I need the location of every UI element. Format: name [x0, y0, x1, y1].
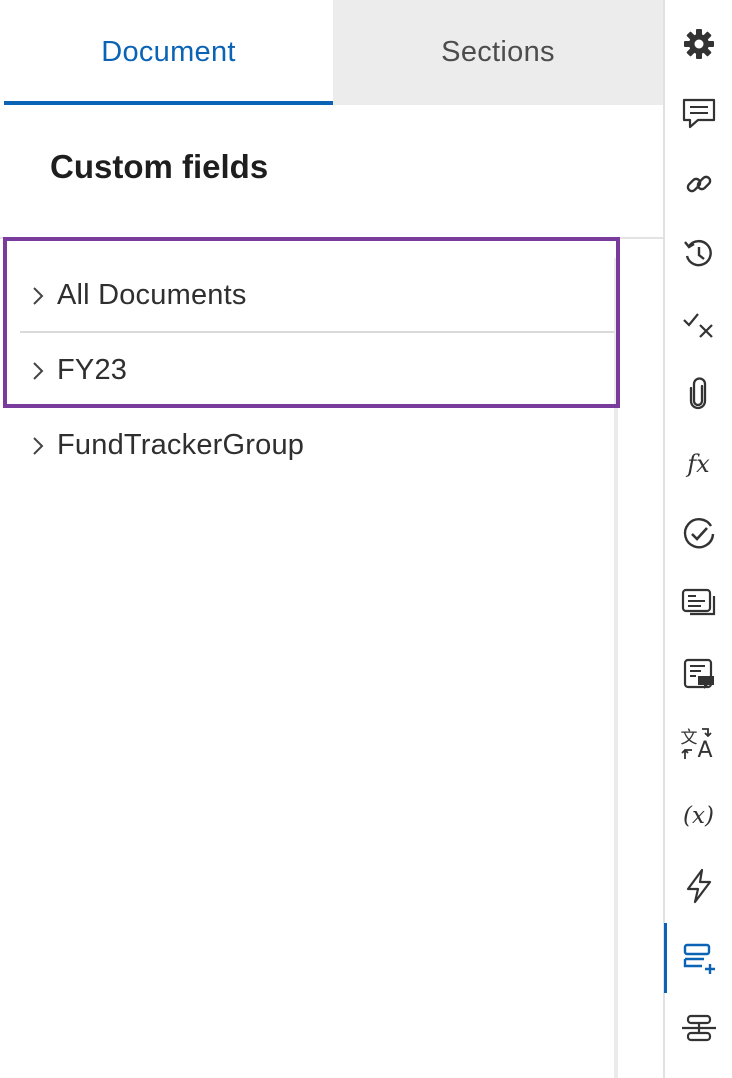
- custom-fields-icon: [682, 941, 716, 975]
- formula-icon: fx: [687, 450, 710, 478]
- tree-item-all-documents[interactable]: All Documents: [20, 258, 614, 333]
- annotation-icon: [682, 657, 716, 691]
- custom-fields-panel: Document Sections Custom fields All Docu…: [0, 0, 663, 1078]
- gear-icon: [682, 27, 716, 61]
- lightning-icon: [684, 868, 714, 904]
- panel-tabs: Document Sections: [0, 0, 663, 105]
- header-divider: [0, 237, 663, 239]
- settings-button[interactable]: [665, 9, 732, 79]
- history-button[interactable]: [665, 219, 732, 289]
- check-circle-icon: [681, 516, 717, 552]
- check-x-icon: [682, 309, 716, 339]
- chevron-right-icon[interactable]: [20, 426, 56, 466]
- attachments-button[interactable]: [665, 359, 732, 429]
- tree-item-fundtrackergroup[interactable]: FundTrackerGroup: [20, 408, 614, 483]
- tab-sections[interactable]: Sections: [333, 0, 663, 105]
- connect-icon: [681, 1013, 717, 1043]
- comments-icon: [681, 97, 717, 131]
- connect-button[interactable]: [665, 993, 732, 1063]
- accept-reject-button[interactable]: [665, 289, 732, 359]
- translate-button[interactable]: 文 A: [665, 709, 732, 779]
- tab-document[interactable]: Document: [4, 0, 333, 105]
- tree-item-label: FundTrackerGroup: [57, 429, 305, 461]
- variables-button[interactable]: (x): [665, 781, 732, 851]
- tree-item-label: FY23: [57, 354, 128, 386]
- tree-item-fy23[interactable]: FY23: [20, 333, 614, 408]
- notes-button[interactable]: [665, 569, 732, 639]
- custom-fields-tree: All Documents FY23 FundTrackerGroup: [20, 258, 614, 483]
- panel-heading: Custom fields: [50, 148, 269, 185]
- notes-icon: [681, 587, 717, 621]
- automation-button[interactable]: [665, 851, 732, 921]
- link-icon: [683, 168, 715, 200]
- annotations-button[interactable]: [665, 639, 732, 709]
- tree-item-label: All Documents: [57, 279, 247, 311]
- tasks-button[interactable]: [665, 499, 732, 569]
- link-button[interactable]: [665, 149, 732, 219]
- chevron-right-icon[interactable]: [20, 276, 56, 316]
- history-icon: [682, 237, 716, 271]
- translate-icon: 文 A: [681, 726, 717, 763]
- variable-icon: (x): [683, 803, 714, 829]
- right-tool-rail: fx 文 A (x): [664, 0, 732, 1078]
- scrollbar-track[interactable]: [614, 258, 618, 1078]
- formula-button[interactable]: fx: [665, 429, 732, 499]
- comments-button[interactable]: [665, 79, 732, 149]
- paperclip-icon: [687, 377, 711, 411]
- chevron-right-icon[interactable]: [20, 351, 56, 391]
- custom-fields-button[interactable]: [664, 923, 732, 993]
